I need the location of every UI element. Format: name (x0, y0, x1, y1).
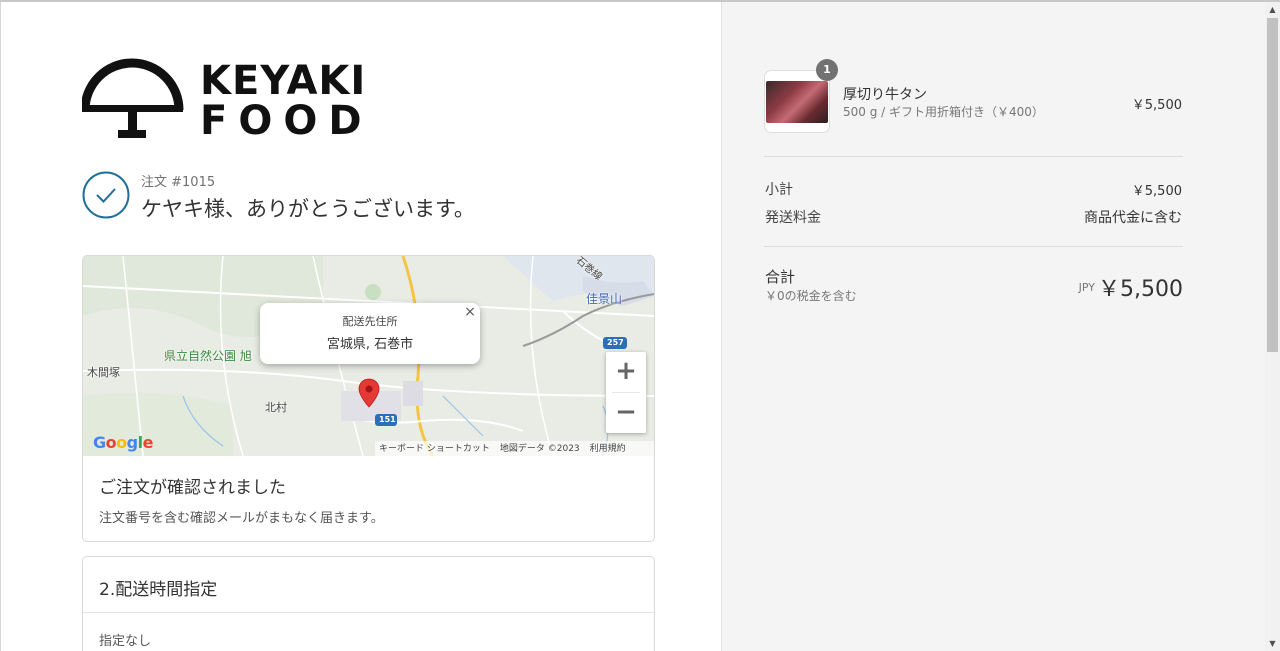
map-attribution: キーボード ショートカット 地図データ ©2023 利用規約 (375, 441, 654, 456)
map-label-sumiyama: 佳景山 (586, 292, 623, 306)
logo-mark-icon (82, 58, 184, 138)
product-price: ￥5,500 (1131, 98, 1182, 113)
delivery-time-card: 2.配送時間指定 指定なし (82, 556, 655, 651)
subtotal-label: 小計 (765, 182, 793, 198)
order-number: 注文 #1015 (141, 175, 216, 190)
summary-divider (764, 156, 1183, 157)
map-data-credit: 地図データ ©2023 (499, 444, 580, 454)
google-logo[interactable]: Google (93, 433, 153, 452)
popup-address: 宮城県, 石巻市 (326, 337, 414, 352)
summary-divider (764, 246, 1183, 247)
scroll-down-icon[interactable]: ▼ (1265, 636, 1280, 651)
scroll-up-icon[interactable]: ▲ (1265, 2, 1280, 17)
keyboard-shortcuts-link[interactable]: キーボード ショートカット (379, 444, 490, 454)
delivery-time-title: 2.配送時間指定 (99, 580, 218, 600)
currency-code: JPY (1078, 281, 1095, 294)
map-label-kitamura: 北村 (265, 401, 287, 414)
close-icon[interactable]: × (463, 305, 477, 319)
terms-link[interactable]: 利用規約 (590, 444, 626, 454)
logo-text-food: FOOD (200, 98, 373, 144)
product-variant: 500 g / ギフト用折箱付き（￥400） (843, 105, 1044, 119)
popup-title: 配送先住所 (342, 315, 398, 328)
confirmation-title: ご注文が確認されました (99, 478, 286, 498)
subtotal-value: ￥5,500 (1131, 184, 1182, 199)
route-151-label: 151 (379, 415, 396, 424)
map-pin-icon[interactable] (358, 378, 380, 408)
zoom-out-button[interactable]: − (606, 393, 646, 433)
total-label: 合計 (765, 268, 796, 286)
route-257-label: 257 (607, 338, 624, 347)
confirmation-subtitle: 注文番号を含む確認メールがまもなく届きます。 (99, 511, 384, 526)
zoom-in-button[interactable]: + (606, 352, 646, 392)
scrollbar-thumb[interactable] (1267, 18, 1278, 352)
delivery-time-value: 指定なし (99, 634, 152, 649)
address-popup: 配送先住所 宮城県, 石巻市 × (260, 303, 480, 364)
delivery-map[interactable]: 県立自然公園 旭 木間塚 北村 佳景山 石巻線 257 151 配送先住所 宮城… (83, 256, 654, 456)
map-zoom-controls: + − (606, 352, 646, 433)
shipping-label: 発送料金 (765, 210, 821, 226)
product-image (766, 81, 828, 123)
shipping-value: 商品代金に含む (1084, 210, 1182, 226)
scrollbar[interactable]: ▲ ▼ (1265, 2, 1280, 651)
section-divider (83, 612, 654, 613)
map-label-kimazuka: 木間塚 (87, 366, 120, 379)
total-value: ￥5,500 (1098, 277, 1183, 302)
product-thumbnail (764, 70, 830, 133)
store-logo[interactable]: KEYAKI FOOD (82, 58, 365, 144)
quantity-badge: 1 (816, 59, 838, 81)
product-name: 厚切り牛タン (843, 87, 927, 103)
checkmark-icon (82, 171, 130, 219)
map-label-park: 県立自然公園 旭 (164, 349, 252, 363)
confirmation-card: 県立自然公園 旭 木間塚 北村 佳景山 石巻線 257 151 配送先住所 宮城… (82, 255, 655, 542)
thank-you-heading: ケヤキ様、ありがとうございます。 (141, 197, 475, 221)
tax-note: ￥0の税金を含む (765, 289, 857, 303)
